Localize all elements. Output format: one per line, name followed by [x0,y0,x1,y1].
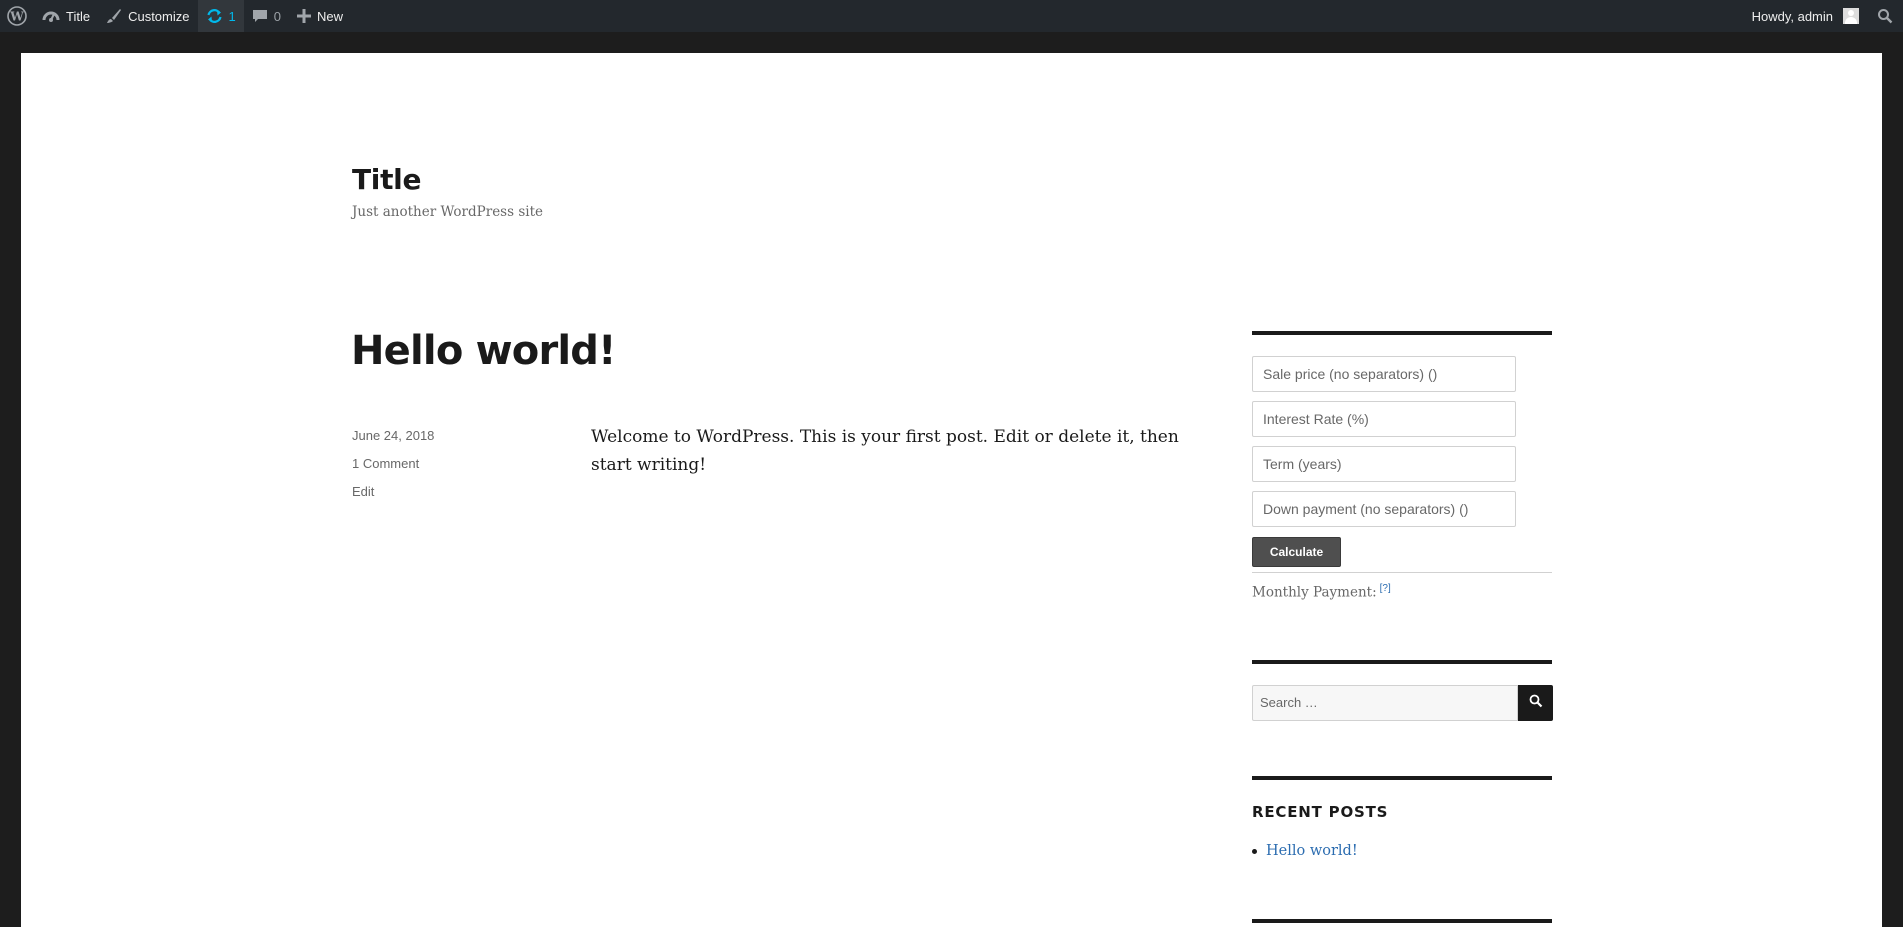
search-icon [1529,694,1543,713]
howdy-label: Howdy, admin [1751,8,1833,24]
search-button[interactable] [1518,685,1553,721]
post-comments-link[interactable]: 1 Comment [352,455,552,483]
updates-menu[interactable]: 1 [197,0,244,32]
paintbrush-icon [106,8,122,24]
post-date-link[interactable]: June 24, 2018 [352,427,552,455]
site-description: Just another WordPress site [352,204,543,220]
post-title[interactable]: Hello world! [351,328,616,374]
new-content-menu[interactable]: New [289,0,351,32]
updates-count: 1 [228,8,236,24]
widget-divider [1252,660,1552,664]
bullet-icon [1252,848,1257,854]
wordpress-logo-menu[interactable]: W [0,0,34,32]
my-account-menu[interactable]: Howdy, admin [1744,0,1867,32]
new-label: New [316,8,343,24]
site-page: Title Just another WordPress site Hello … [21,53,1882,927]
post-edit-link[interactable]: Edit [352,483,552,511]
monthly-payment: Monthly Payment: [?] [1252,583,1391,601]
site-title[interactable]: Title [352,163,421,196]
calculator-divider [1252,572,1552,573]
sale-price-input[interactable]: Sale price (no separators) () [1252,356,1516,392]
monthly-payment-label: Monthly Payment: [1252,584,1377,601]
calculate-button[interactable]: Calculate [1252,537,1341,567]
widget-divider [1252,919,1552,923]
comments-menu[interactable]: 0 [244,0,289,32]
recent-post-link[interactable]: Hello world! [1266,843,1358,859]
interest-rate-input[interactable]: Interest Rate (%) [1252,401,1516,437]
down-payment-input[interactable]: Down payment (no separators) () [1252,491,1516,527]
comments-count: 0 [273,8,281,24]
admin-bar: W Title Customize 1 0 New Howdy, admin [0,0,1903,32]
dashboard-icon [42,8,60,24]
wordpress-icon: W [7,6,27,26]
avatar-icon [1843,8,1859,24]
customize-menu[interactable]: Customize [98,0,197,32]
list-item: Hello world! [1252,843,1358,859]
updates-icon [206,8,223,24]
svg-text:W: W [9,10,24,24]
widget-divider [1252,776,1552,780]
recent-posts-list: Hello world! [1252,843,1358,859]
post-meta: June 24, 2018 1 Comment Edit [352,427,552,511]
customize-label: Customize [128,8,190,24]
help-link[interactable]: [?] [1380,583,1391,594]
search-input[interactable]: Search … [1252,685,1518,721]
post-content: Welcome to WordPress. This is your first… [591,427,1179,475]
plus-icon [296,9,311,23]
site-name-menu[interactable]: Title [34,0,98,32]
recent-posts-heading: RECENT POSTS [1252,803,1389,821]
widget-divider [1252,331,1552,335]
comment-bubble-icon [252,8,268,24]
adminbar-search[interactable] [1867,0,1903,32]
search-icon [1877,8,1893,24]
site-name-label: Title [66,8,91,24]
term-input[interactable]: Term (years) [1252,446,1516,482]
